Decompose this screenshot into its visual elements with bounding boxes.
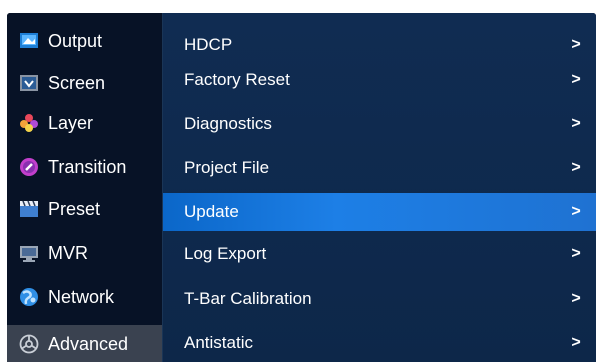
sidebar-item-network[interactable]: Network (7, 278, 162, 316)
chevron-right-icon: > (571, 115, 581, 132)
submenu-item-hdcp[interactable]: HDCP > (163, 26, 596, 64)
sidebar-item-preset[interactable]: Preset (7, 190, 162, 228)
submenu-item-update[interactable]: Update > (163, 193, 596, 231)
mvr-icon (19, 243, 39, 263)
submenu-item-log-export[interactable]: Log Export > (163, 235, 596, 273)
sidebar-item-advanced[interactable]: Advanced (7, 325, 162, 362)
sidebar-item-layer[interactable]: Layer (7, 104, 162, 142)
chevron-right-icon: > (571, 334, 581, 351)
screen-icon (19, 73, 39, 93)
chevron-right-icon: > (571, 159, 581, 176)
preset-icon (19, 199, 39, 219)
submenu-item-label: Diagnostics (184, 114, 272, 133)
sidebar: Output Screen Layer Transition Preset MV… (7, 13, 162, 362)
chevron-right-icon: > (571, 71, 581, 88)
output-icon (19, 31, 39, 51)
sidebar-item-label: Advanced (48, 333, 129, 354)
submenu-item-t-bar-calibration[interactable]: T-Bar Calibration > (163, 280, 596, 318)
sidebar-item-transition[interactable]: Transition (7, 148, 162, 186)
sidebar-item-mvr[interactable]: MVR (7, 234, 162, 272)
submenu-item-label: Project File (184, 158, 270, 177)
sidebar-item-label: MVR (48, 242, 88, 263)
network-icon (19, 287, 39, 307)
submenu-item-label: T-Bar Calibration (184, 289, 312, 308)
submenu-item-factory-reset[interactable]: Factory Reset > (163, 61, 596, 99)
submenu-item-label: Log Export (184, 244, 267, 263)
sidebar-item-output[interactable]: Output (7, 22, 162, 60)
sidebar-item-screen[interactable]: Screen (7, 64, 162, 102)
chevron-right-icon: > (571, 245, 581, 262)
submenu-item-label: Update (184, 202, 239, 221)
advanced-submenu: HDCP > Factory Reset > Diagnostics > Pro… (163, 13, 596, 362)
advanced-menu-screen: Output Screen Layer Transition Preset MV… (7, 13, 596, 362)
sidebar-item-label: Output (48, 30, 103, 51)
submenu-item-label: HDCP (184, 35, 233, 54)
sidebar-item-label: Network (48, 286, 115, 307)
sidebar-item-label: Screen (48, 72, 106, 93)
chevron-right-icon: > (571, 36, 581, 53)
chevron-right-icon: > (571, 290, 581, 307)
chevron-right-icon: > (571, 203, 581, 220)
advanced-icon (19, 334, 39, 354)
layer-icon (19, 113, 39, 133)
submenu-item-antistatic[interactable]: Antistatic > (163, 324, 596, 362)
submenu-item-project-file[interactable]: Project File > (163, 149, 596, 187)
submenu-item-label: Antistatic (184, 333, 253, 352)
sidebar-item-label: Preset (48, 198, 101, 219)
sidebar-item-label: Layer (48, 112, 94, 133)
submenu-item-label: Factory Reset (184, 70, 290, 89)
sidebar-item-label: Transition (48, 156, 127, 177)
submenu-item-diagnostics[interactable]: Diagnostics > (163, 105, 596, 143)
transition-icon (19, 157, 39, 177)
